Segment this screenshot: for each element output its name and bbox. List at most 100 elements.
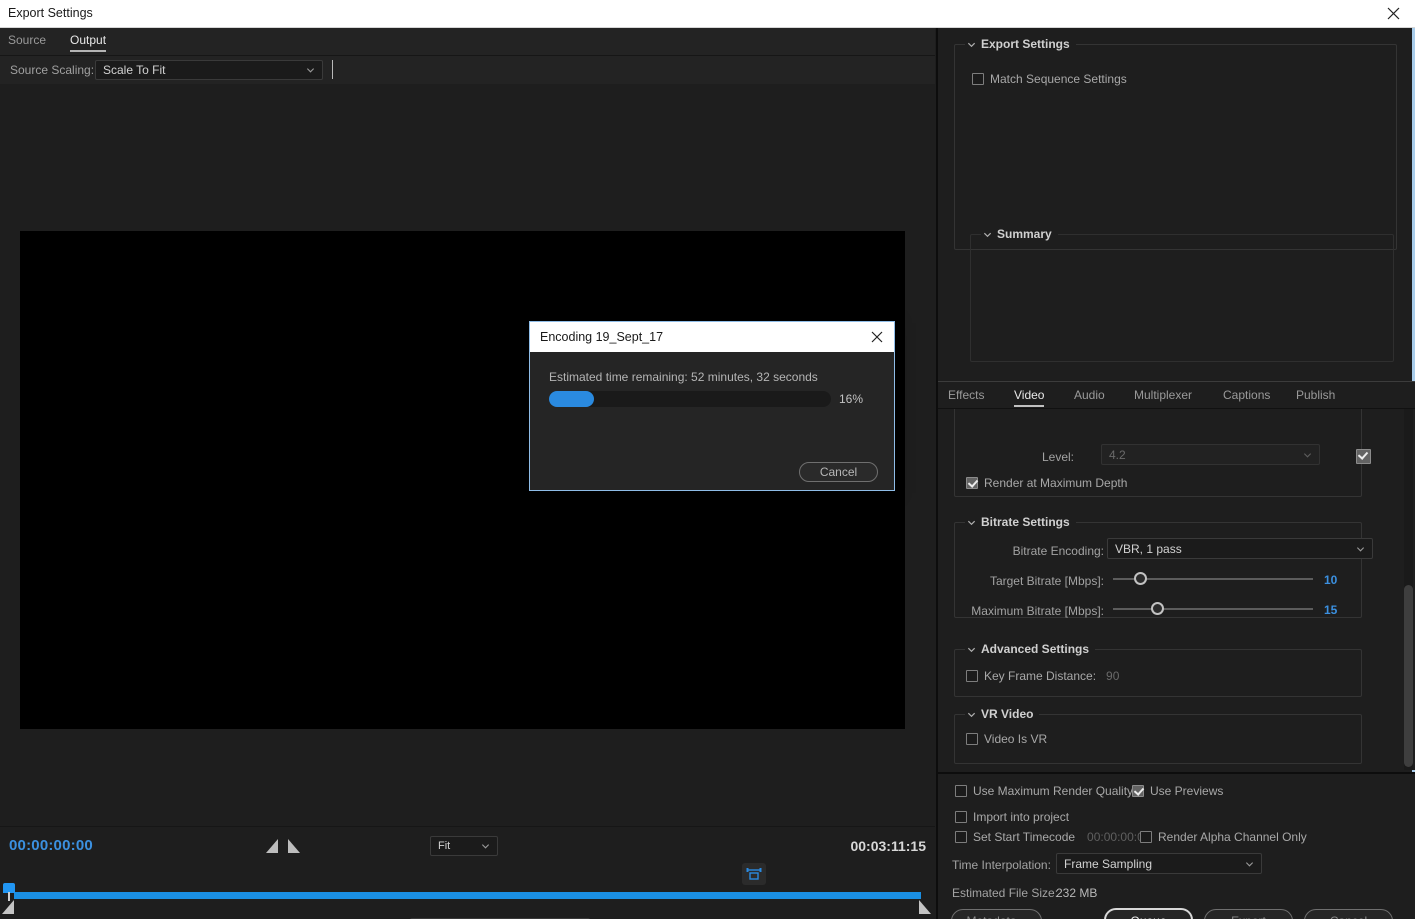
match-sequence-settings-checkbox[interactable] bbox=[972, 73, 984, 85]
vr-video-legend[interactable]: VR Video bbox=[965, 707, 1040, 721]
settings-footer: Use Maximum Render Quality Use Previews … bbox=[938, 772, 1415, 919]
set-start-timecode-row[interactable]: Set Start Timecode 00:00:00:00 bbox=[955, 830, 1150, 844]
tab-audio[interactable]: Audio bbox=[1074, 388, 1105, 405]
zoom-level-dropdown[interactable]: Fit bbox=[430, 836, 498, 856]
target-bitrate-slider[interactable] bbox=[1113, 572, 1313, 586]
time-interpolation-dropdown[interactable]: Frame Sampling bbox=[1056, 853, 1262, 874]
level-dropdown[interactable]: 4.2 bbox=[1101, 444, 1320, 465]
maximum-bitrate-label: Maximum Bitrate [Mbps]: bbox=[971, 604, 1104, 618]
current-timecode[interactable]: 00:00:00:00 bbox=[9, 837, 93, 854]
use-max-render-quality-label: Use Maximum Render Quality bbox=[973, 784, 1134, 798]
render-max-depth-row[interactable]: Render at Maximum Depth bbox=[966, 476, 1127, 490]
tab-source[interactable]: Source bbox=[8, 33, 46, 50]
duration-timecode: 00:03:11:15 bbox=[850, 838, 926, 854]
window-title: Export Settings bbox=[8, 6, 93, 20]
advanced-settings-legend[interactable]: Advanced Settings bbox=[965, 642, 1096, 656]
bitrate-encoding-label: Bitrate Encoding: bbox=[1012, 544, 1104, 558]
source-range-icon[interactable] bbox=[742, 863, 766, 885]
render-max-depth-label: Render at Maximum Depth bbox=[984, 476, 1128, 490]
cancel-button[interactable]: Cancel bbox=[1304, 909, 1393, 919]
queue-button[interactable]: Queue bbox=[1104, 908, 1193, 919]
source-scaling-dropdown[interactable]: Scale To Fit bbox=[95, 60, 323, 80]
time-interpolation-label: Time Interpolation: bbox=[952, 858, 1051, 872]
estimated-file-size-label: Estimated File Size: bbox=[952, 886, 1059, 900]
set-start-timecode-label: Set Start Timecode bbox=[973, 830, 1076, 844]
close-icon[interactable] bbox=[1371, 0, 1415, 27]
set-start-timecode-checkbox[interactable] bbox=[955, 831, 967, 843]
scrubber-range-fill[interactable] bbox=[14, 892, 921, 899]
tab-publish[interactable]: Publish bbox=[1296, 388, 1335, 405]
window-titlebar: Export Settings bbox=[0, 0, 1415, 28]
settings-scrollbar-track[interactable] bbox=[1404, 409, 1413, 770]
advanced-settings-legend-label: Advanced Settings bbox=[981, 642, 1090, 656]
level-enable-checkbox[interactable] bbox=[1356, 449, 1371, 464]
video-settings-scroll[interactable]: Level: 4.2 Render at Maximum Depth Bitra… bbox=[938, 409, 1415, 770]
settings-scrollbar-thumb[interactable] bbox=[1404, 585, 1413, 767]
source-scaling-row: Source Scaling: Scale To Fit bbox=[0, 56, 935, 84]
import-into-project-checkbox[interactable] bbox=[955, 811, 967, 823]
metadata-button[interactable]: Metadata... bbox=[951, 909, 1042, 919]
export-settings-window: Export Settings Source Output Source Sca… bbox=[0, 0, 1415, 919]
bitrate-encoding-value: VBR, 1 pass bbox=[1115, 541, 1182, 556]
import-into-project-row[interactable]: Import into project bbox=[955, 810, 1069, 824]
playhead[interactable] bbox=[3, 883, 15, 901]
key-frame-distance-value[interactable]: 90 bbox=[1106, 669, 1119, 683]
close-icon[interactable] bbox=[866, 326, 888, 348]
preview-tabstrip: Source Output bbox=[0, 28, 935, 56]
transport-bar: 00:00:00:00 00:03:11:15 Fit bbox=[0, 826, 935, 919]
use-previews-checkbox[interactable] bbox=[1132, 785, 1144, 797]
tab-output[interactable]: Output bbox=[70, 33, 107, 52]
tab-captions[interactable]: Captions bbox=[1223, 388, 1270, 405]
bitrate-settings-legend[interactable]: Bitrate Settings bbox=[965, 515, 1076, 529]
target-bitrate-label: Target Bitrate [Mbps]: bbox=[989, 574, 1104, 588]
video-is-vr-row[interactable]: Video Is VR bbox=[966, 732, 1047, 746]
mark-in-icon[interactable] bbox=[266, 839, 278, 853]
target-bitrate-knob[interactable] bbox=[1134, 572, 1147, 585]
chevron-down-icon bbox=[967, 712, 976, 717]
chevron-down-icon bbox=[967, 520, 976, 525]
use-previews-row[interactable]: Use Previews bbox=[1132, 784, 1223, 798]
chevron-down-icon bbox=[983, 232, 992, 237]
close-glyph bbox=[1387, 7, 1399, 20]
export-settings-legend[interactable]: Export Settings bbox=[965, 37, 1076, 51]
settings-tabstrip: Effects Video Audio Multiplexer Captions… bbox=[938, 381, 1415, 409]
tab-video[interactable]: Video bbox=[1014, 388, 1045, 407]
mark-out-icon[interactable] bbox=[288, 839, 300, 853]
render-alpha-only-checkbox[interactable] bbox=[1140, 831, 1152, 843]
target-bitrate-value[interactable]: 10 bbox=[1324, 573, 1337, 587]
encoding-cancel-button[interactable]: Cancel bbox=[799, 462, 878, 482]
summary-legend-label: Summary bbox=[997, 227, 1052, 241]
source-scaling-label: Source Scaling: bbox=[10, 63, 95, 77]
key-frame-distance-checkbox[interactable] bbox=[966, 670, 978, 682]
video-is-vr-checkbox[interactable] bbox=[966, 733, 978, 745]
text-caret bbox=[332, 60, 333, 79]
zoom-level-value: Fit bbox=[438, 840, 451, 852]
use-max-render-quality-checkbox[interactable] bbox=[955, 785, 967, 797]
render-alpha-only-row[interactable]: Render Alpha Channel Only bbox=[1140, 830, 1307, 844]
maximum-bitrate-value[interactable]: 15 bbox=[1324, 603, 1337, 617]
maximum-bitrate-track bbox=[1113, 608, 1313, 610]
estimated-file-size-value: 232 MB bbox=[1056, 886, 1098, 900]
summary-legend[interactable]: Summary bbox=[981, 227, 1058, 241]
encoding-progress-fill bbox=[549, 391, 595, 407]
level-value: 4.2 bbox=[1109, 447, 1126, 462]
tab-effects[interactable]: Effects bbox=[948, 388, 984, 405]
render-max-depth-checkbox[interactable] bbox=[966, 477, 978, 489]
close-glyph bbox=[871, 331, 883, 343]
time-interpolation-value: Frame Sampling bbox=[1064, 856, 1153, 871]
use-max-render-quality-row[interactable]: Use Maximum Render Quality bbox=[955, 784, 1133, 798]
key-frame-distance-row[interactable]: Key Frame Distance: 90 bbox=[966, 669, 1119, 683]
video-is-vr-label: Video Is VR bbox=[984, 732, 1048, 746]
tab-multiplexer[interactable]: Multiplexer bbox=[1134, 388, 1192, 405]
scrubber-track[interactable] bbox=[0, 890, 935, 900]
settings-panel: Export Settings Match Sequence Settings … bbox=[936, 28, 1415, 919]
level-label: Level: bbox=[1041, 450, 1074, 464]
vr-video-legend-label: VR Video bbox=[981, 707, 1034, 721]
match-sequence-settings-row[interactable]: Match Sequence Settings bbox=[972, 72, 1127, 86]
maximum-bitrate-knob[interactable] bbox=[1151, 602, 1164, 615]
chevron-down-icon bbox=[967, 647, 976, 652]
encoding-dialog-title: Encoding 19_Sept_17 bbox=[540, 330, 664, 344]
bitrate-encoding-dropdown[interactable]: VBR, 1 pass bbox=[1107, 538, 1373, 559]
maximum-bitrate-slider[interactable] bbox=[1113, 602, 1313, 616]
export-button[interactable]: Export bbox=[1204, 909, 1293, 919]
